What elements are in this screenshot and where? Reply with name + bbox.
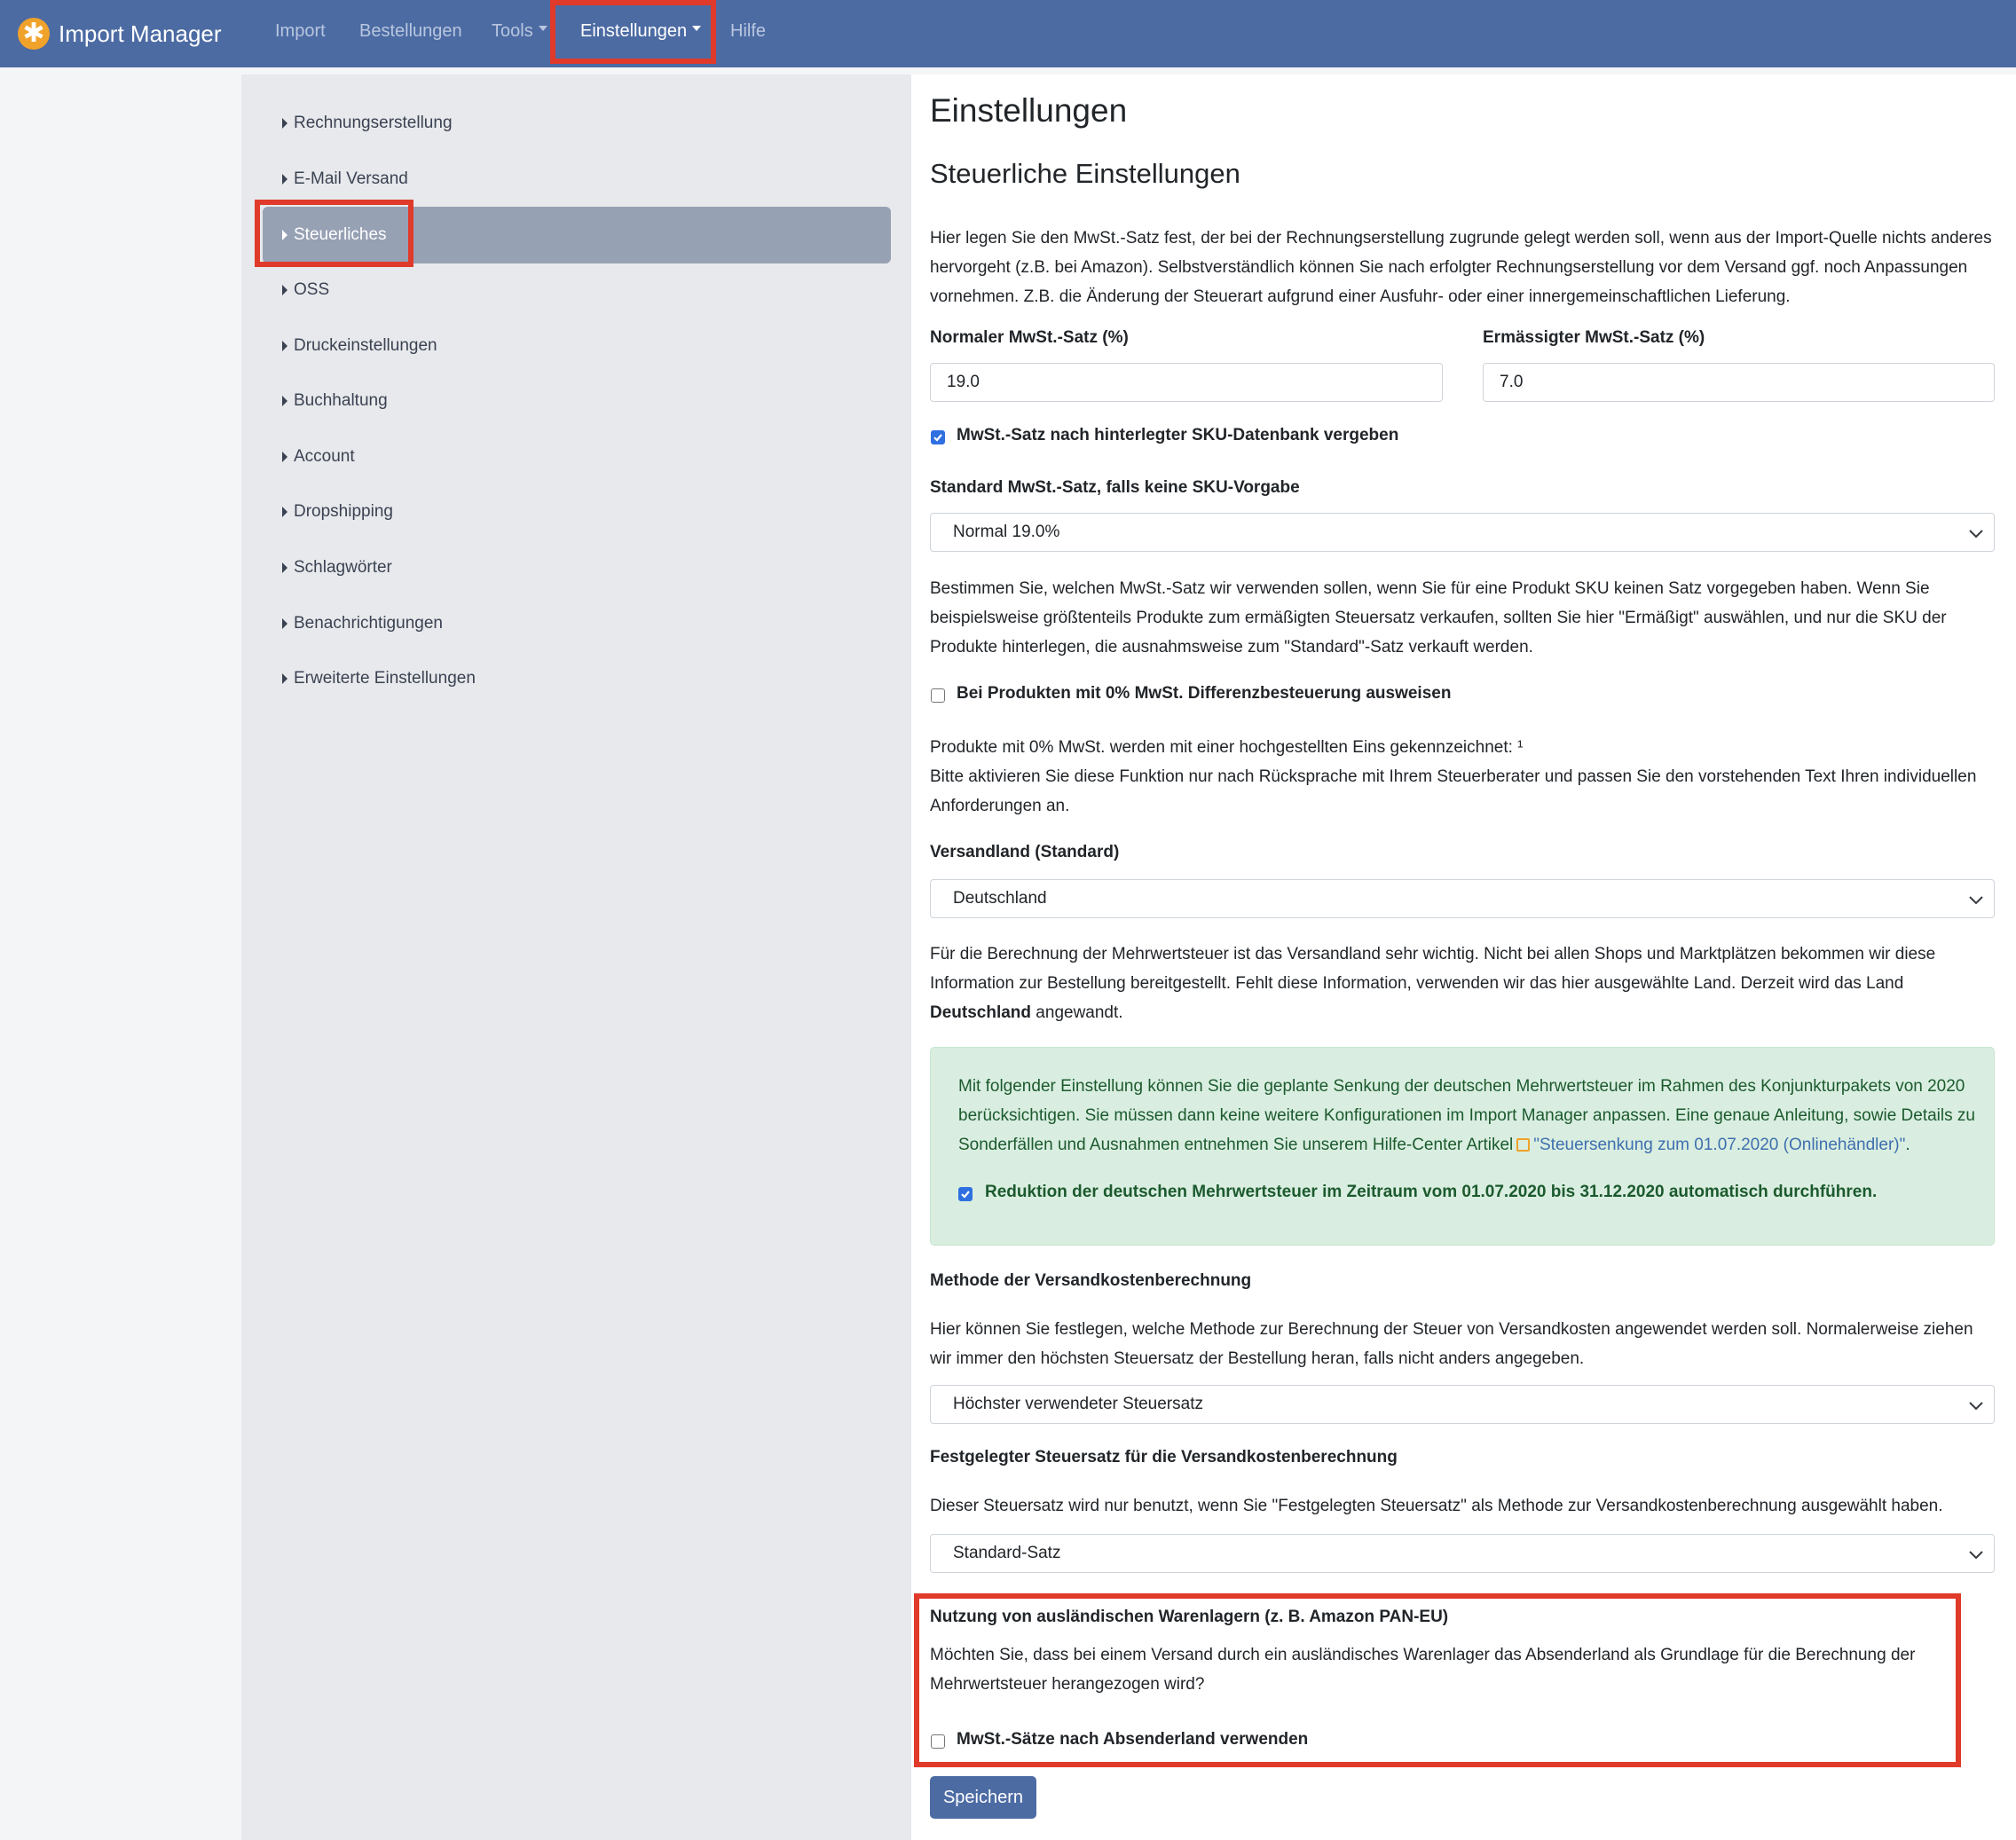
sidebar-item-label: Account <box>294 447 355 466</box>
highlight-box-sidebar <box>255 200 413 267</box>
shipping-method-value: Höchster verwendeter Steuersatz <box>953 1395 1203 1413</box>
asterisk-logo-icon: ✱ <box>18 18 50 50</box>
differential-tax-checkbox-label[interactable]: Bei Produkten mit 0% MwSt. Differenzbest… <box>957 684 1451 704</box>
shipping-country-help-end: angewandt. <box>1031 1003 1123 1022</box>
top-navbar: ✱ Import Manager Import Bestellungen Too… <box>0 0 2016 67</box>
sidebar-item-label: Buchhaltung <box>294 391 388 410</box>
fixed-rate-value: Standard-Satz <box>953 1544 1061 1562</box>
shipping-country-help: Für die Berechnung der Mehrwertsteuer is… <box>930 940 1995 1027</box>
chevron-down-icon <box>1969 1402 1983 1411</box>
differential-tax-help-1: Produkte mit 0% MwSt. werden mit einer h… <box>930 738 1524 757</box>
highlight-box-nav <box>550 0 716 64</box>
caret-right-icon <box>282 396 287 406</box>
shipping-method-label: Methode der Versandkostenberechnung <box>930 1271 1252 1290</box>
vat-reduction-alert: Mit folgender Einstellung können Sie die… <box>930 1047 1995 1246</box>
sidebar-item-label: OSS <box>294 280 330 299</box>
sidebar-item-dropshipping[interactable]: Dropshipping <box>282 494 393 530</box>
shipping-country-select[interactable]: Deutschland <box>930 879 1995 918</box>
caret-right-icon <box>282 118 287 129</box>
settings-sidebar: Rechnungserstellung E-Mail Versand Steue… <box>241 75 911 1840</box>
sidebar-item-benachrichtigungen[interactable]: Benachrichtigungen <box>282 606 443 641</box>
sidebar-item-label: Druckeinstellungen <box>294 336 437 355</box>
nav-bestellungen[interactable]: Bestellungen <box>359 0 462 62</box>
default-rate-value: Normal 19.0% <box>953 523 1060 541</box>
sku-rate-checkbox-label[interactable]: MwSt.-Satz nach hinterlegter SKU-Datenba… <box>957 426 1398 445</box>
sidebar-item-schlagwoerter[interactable]: Schlagwörter <box>282 550 392 586</box>
fixed-rate-select[interactable]: Standard-Satz <box>930 1534 1995 1573</box>
caret-right-icon <box>282 174 287 185</box>
vat-reduction-checkbox[interactable] <box>958 1187 973 1201</box>
brand[interactable]: ✱ Import Manager <box>18 12 222 55</box>
chevron-down-icon <box>1969 1551 1983 1560</box>
sku-rate-checkbox[interactable] <box>931 430 945 444</box>
caret-right-icon <box>282 341 287 351</box>
current-country: Deutschland <box>930 1003 1032 1022</box>
nav-tools-label: Tools <box>492 20 533 41</box>
caret-right-icon <box>282 507 287 517</box>
sidebar-item-erweiterte-einstellungen[interactable]: Erweiterte Einstellungen <box>282 661 476 696</box>
help-center-link[interactable]: "Steuersenkung zum 01.07.2020 (Onlinehän… <box>1533 1136 1905 1154</box>
caret-right-icon <box>282 452 287 462</box>
check-icon <box>933 434 942 442</box>
highlight-box-warehouse <box>914 1593 1961 1767</box>
check-icon <box>961 1191 970 1199</box>
reduced-rate-label: Ermässigter MwSt.-Satz (%) <box>1483 328 1705 347</box>
default-rate-select[interactable]: Normal 19.0% <box>930 513 1995 552</box>
fixed-rate-help: Dieser Steuersatz wird nur benutzt, wenn… <box>930 1497 1943 1515</box>
sidebar-item-oss[interactable]: OSS <box>282 272 329 308</box>
default-rate-label: Standard MwSt.-Satz, falls keine SKU-Vor… <box>930 478 1300 497</box>
sidebar-item-druckeinstellungen[interactable]: Druckeinstellungen <box>282 328 437 364</box>
caret-right-icon <box>282 673 287 684</box>
caret-right-icon <box>282 285 287 295</box>
vat-reduction-checkbox-label[interactable]: Reduktion der deutschen Mehrwertsteuer i… <box>985 1183 1877 1202</box>
differential-tax-help-2: Bitte aktivieren Sie diese Funktion nur … <box>930 767 1977 815</box>
nav-import[interactable]: Import <box>275 0 326 62</box>
sidebar-item-email-versand[interactable]: E-Mail Versand <box>282 161 408 197</box>
chevron-down-icon <box>1969 896 1983 905</box>
default-rate-help: Bestimmen Sie, welchen MwSt.-Satz wir ve… <box>930 579 1947 657</box>
differential-tax-checkbox[interactable] <box>931 688 945 703</box>
sidebar-item-label: Schlagwörter <box>294 558 392 577</box>
shipping-country-value: Deutschland <box>953 889 1047 908</box>
sidebar-item-label: Dropshipping <box>294 502 393 521</box>
settings-content: Einstellungen Steuerliche Einstellungen … <box>911 75 2016 1840</box>
normal-rate-label: Normaler MwSt.-Satz (%) <box>930 328 1129 347</box>
save-button[interactable]: Speichern <box>930 1776 1036 1819</box>
sidebar-item-label: Benachrichtigungen <box>294 614 443 633</box>
external-link-icon <box>1516 1138 1531 1152</box>
sidebar-item-rechnungserstellung[interactable]: Rechnungserstellung <box>282 106 453 141</box>
caret-right-icon <box>282 618 287 629</box>
section-title: Steuerliche Einstellungen <box>930 158 1240 189</box>
alert-text: Mit folgender Einstellung können Sie die… <box>958 1072 1979 1160</box>
sidebar-item-account[interactable]: Account <box>282 439 355 475</box>
sidebar-item-label: E-Mail Versand <box>294 169 408 188</box>
sidebar-item-buchhaltung[interactable]: Buchhaltung <box>282 383 388 419</box>
brand-name: Import Manager <box>59 20 222 47</box>
shipping-country-help-text: Für die Berechnung der Mehrwertsteuer is… <box>930 945 1936 993</box>
nav-hilfe[interactable]: Hilfe <box>730 0 766 62</box>
shipping-method-help: Hier können Sie festlegen, welche Method… <box>930 1320 1973 1368</box>
intro-text: Hier legen Sie den MwSt.-Satz fest, der … <box>930 229 1992 306</box>
fixed-rate-label: Festgelegter Steuersatz für die Versandk… <box>930 1448 1398 1466</box>
alert-end: . <box>1905 1136 1910 1154</box>
shipping-country-label: Versandland (Standard) <box>930 843 1120 861</box>
chevron-down-icon <box>1969 530 1983 539</box>
normal-rate-input[interactable]: 19.0 <box>930 363 1443 402</box>
reduced-rate-input[interactable]: 7.0 <box>1483 363 1995 402</box>
caret-right-icon <box>282 562 287 573</box>
page-title: Einstellungen <box>930 92 1128 129</box>
sidebar-item-label: Rechnungserstellung <box>294 114 453 132</box>
nav-tools[interactable]: Tools <box>492 0 547 62</box>
shipping-method-select[interactable]: Höchster verwendeter Steuersatz <box>930 1385 1995 1424</box>
sidebar-item-label: Erweiterte Einstellungen <box>294 669 476 688</box>
caret-down-icon <box>538 26 547 31</box>
